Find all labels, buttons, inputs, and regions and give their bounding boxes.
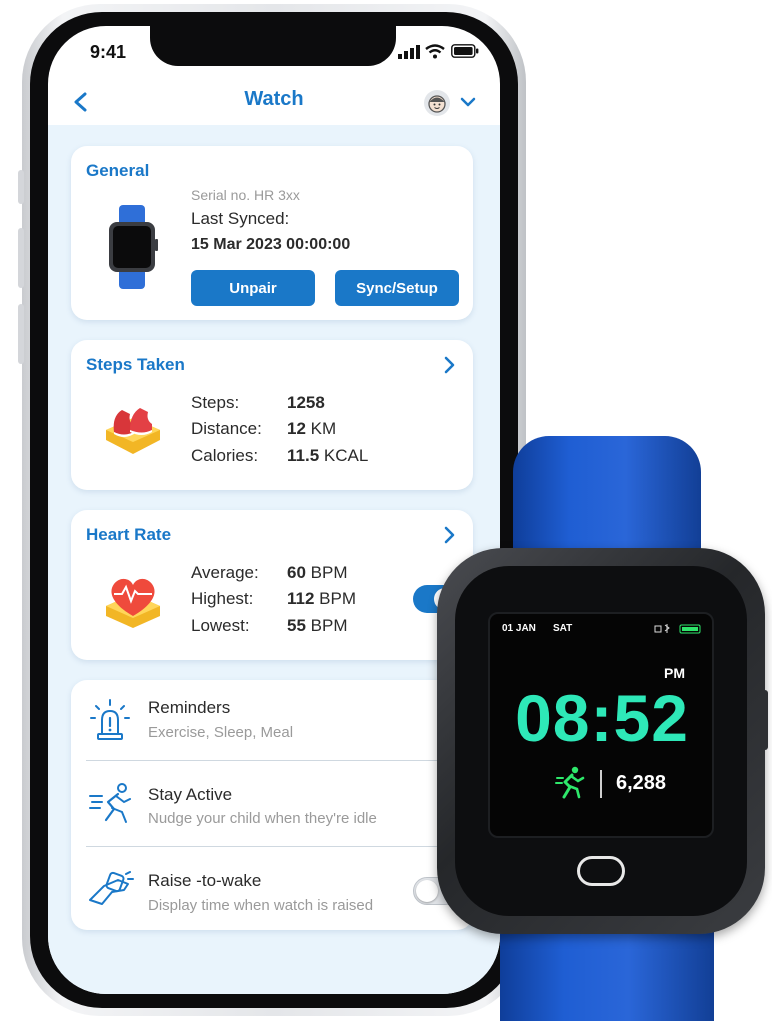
- watch-display-divider: [600, 770, 602, 798]
- stay-active-title: Stay Active: [148, 785, 233, 804]
- reminders-title: Reminders: [148, 698, 231, 717]
- watch-date: 01 JAN: [502, 623, 536, 634]
- sneakers-icon: [106, 408, 160, 454]
- calories-value: 11.5 KCAL: [287, 446, 369, 465]
- sync-setup-button[interactable]: Sync/Setup: [335, 270, 459, 306]
- watch-side-button: [760, 690, 768, 750]
- phone-volume-down: [18, 304, 24, 364]
- last-synced-label: Last Synced:: [191, 209, 290, 228]
- raise-to-wake-subtitle: Display time when watch is raised: [148, 897, 374, 914]
- phone-side-button: [18, 170, 24, 204]
- stay-active-subtitle: Nudge your child when they're idle: [148, 810, 377, 827]
- steps-chevron-right-icon[interactable]: [442, 356, 456, 374]
- highest-label: Highest:: [191, 589, 254, 608]
- steps-card-title: Steps Taken: [86, 355, 185, 374]
- child-avatar[interactable]: [424, 90, 450, 116]
- last-synced-value: 15 Mar 2023 00:00:00: [191, 236, 351, 253]
- lowest-value: 55 BPM: [287, 616, 348, 635]
- phone-notch: [150, 26, 396, 66]
- watch-day: SAT: [553, 623, 573, 634]
- child-face-icon: [428, 95, 446, 113]
- reminders-subtitle: Exercise, Sleep, Meal: [148, 724, 294, 741]
- toggle-knob: [416, 880, 438, 902]
- watch-ampm: PM: [664, 665, 685, 681]
- heart-rate-card-title: Heart Rate: [86, 525, 172, 544]
- profile-dropdown-chevron-icon[interactable]: [460, 96, 476, 108]
- watch-status-icons: [654, 624, 701, 634]
- unpair-button[interactable]: Unpair: [191, 270, 315, 306]
- watch-home-button[interactable]: [577, 856, 625, 886]
- calories-label: Calories:: [191, 446, 259, 465]
- general-card-title: General: [86, 161, 150, 180]
- heart-rate-chevron-right-icon[interactable]: [442, 526, 456, 544]
- watch-steps: 6,288: [616, 772, 667, 794]
- phone-volume-up: [18, 228, 24, 288]
- distance-label: Distance:: [191, 419, 262, 438]
- heart-icon: [106, 578, 160, 628]
- status-time: 9:41: [90, 42, 127, 62]
- signal-icon: [398, 45, 420, 59]
- average-label: Average:: [191, 563, 259, 582]
- wrist-watch-icon: [89, 871, 134, 905]
- watch-time: 08:52: [515, 681, 689, 755]
- alarm-icon: [90, 699, 130, 740]
- running-person-icon: [89, 783, 131, 823]
- watch-thumbnail-icon: [109, 205, 158, 289]
- highest-value: 112 BPM: [287, 589, 357, 608]
- wifi-icon: [425, 44, 445, 59]
- serial-number: Serial no. HR 3xx: [191, 187, 300, 203]
- average-value: 60 BPM: [287, 563, 348, 582]
- battery-icon: [451, 44, 479, 58]
- distance-value: 12 KM: [287, 419, 337, 438]
- lowest-label: Lowest:: [191, 616, 250, 635]
- watch-running-icon: [555, 766, 585, 799]
- steps-label: Steps:: [191, 393, 240, 412]
- steps-value: 1258: [287, 393, 325, 412]
- raise-to-wake-title: Raise -to-wake: [148, 871, 262, 890]
